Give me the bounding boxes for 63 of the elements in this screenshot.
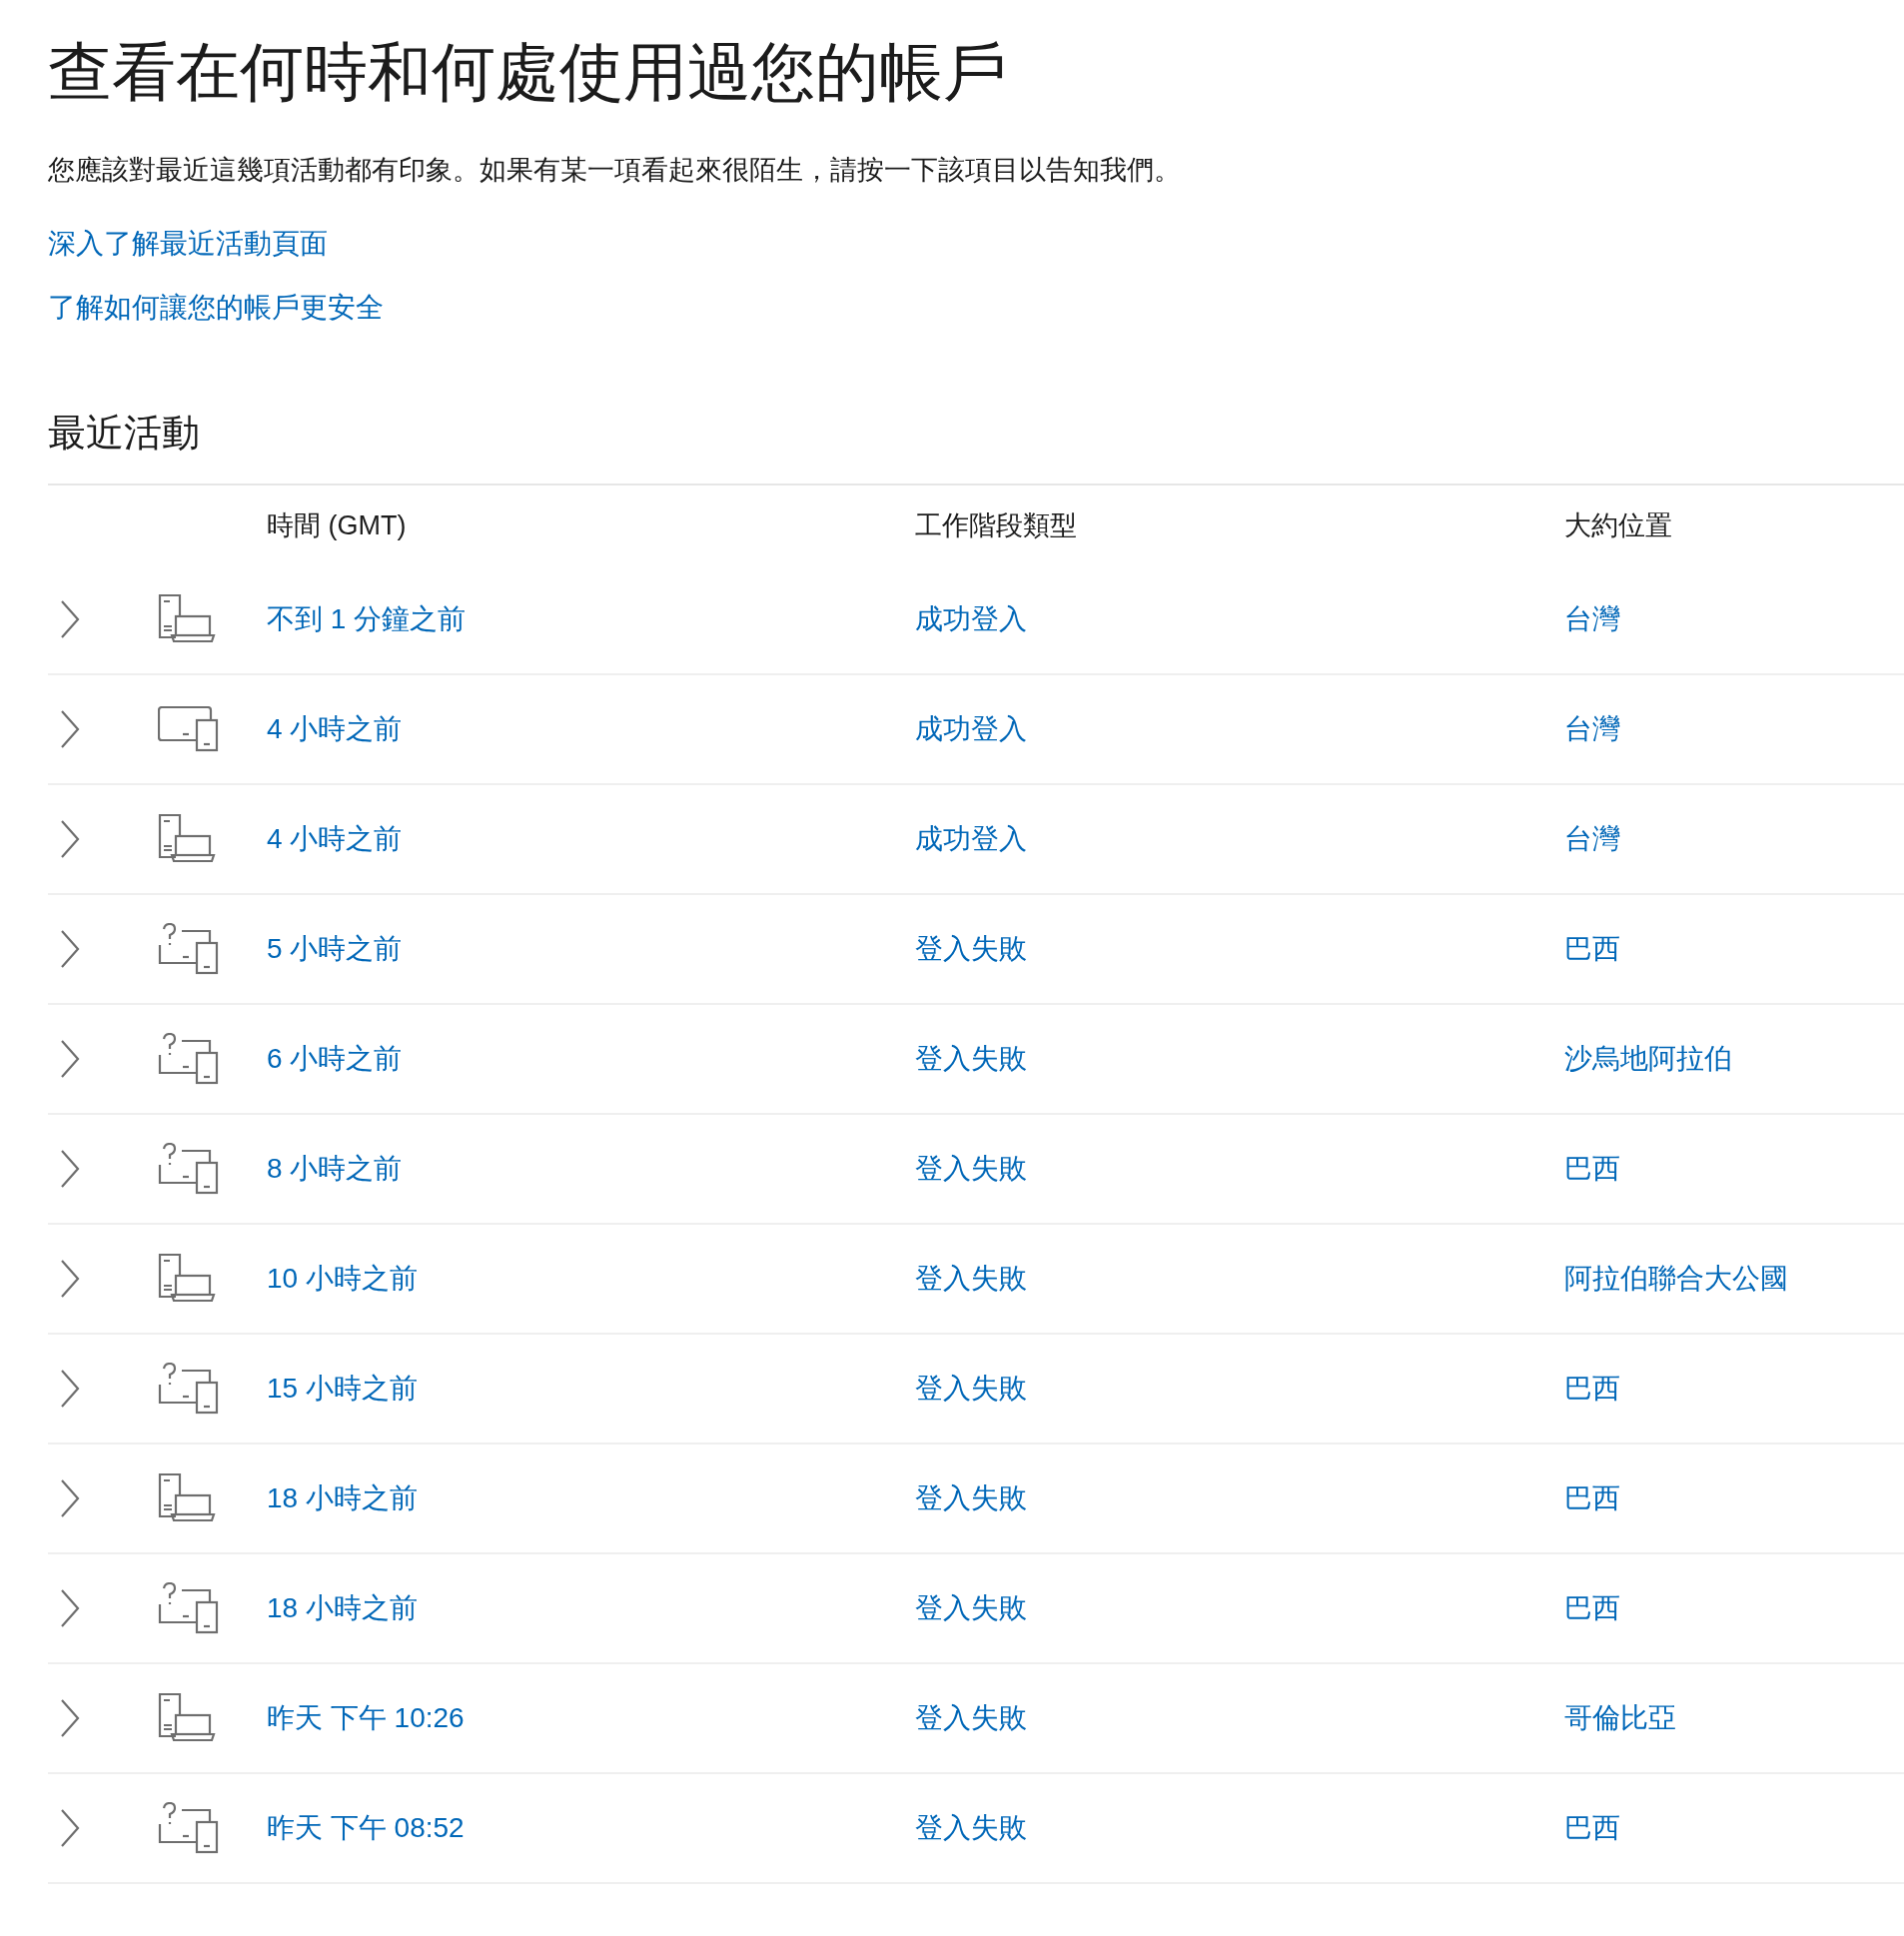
section-title: 最近活動 bbox=[48, 410, 201, 456]
unknown-device-icon bbox=[158, 1363, 220, 1416]
unknown-device-icon bbox=[158, 1033, 220, 1086]
session-type-text: 登入失敗 bbox=[915, 1152, 1028, 1187]
time-text: 18 小時之前 bbox=[267, 1481, 419, 1516]
session-type-text: 登入失敗 bbox=[915, 1481, 1028, 1516]
chevron-right-icon[interactable] bbox=[58, 1808, 82, 1849]
time-text: 8 小時之前 bbox=[267, 1152, 404, 1187]
chevron-right-icon[interactable] bbox=[58, 1369, 82, 1410]
chevron-right-icon[interactable] bbox=[58, 1149, 82, 1190]
time-text: 18 小時之前 bbox=[267, 1591, 419, 1626]
time-text: 10 小時之前 bbox=[267, 1262, 419, 1297]
session-type-text: 登入失敗 bbox=[915, 1811, 1028, 1846]
location-text: 哥倫比亞 bbox=[1564, 1701, 1676, 1736]
chevron-right-icon[interactable] bbox=[58, 709, 82, 750]
chevron-right-icon[interactable] bbox=[58, 819, 82, 860]
session-type-text: 成功登入 bbox=[915, 712, 1028, 747]
session-type-text: 登入失敗 bbox=[915, 932, 1028, 967]
help-link[interactable]: 了解如何讓您的帳戶更安全 bbox=[48, 290, 384, 327]
location-text: 巴西 bbox=[1564, 1591, 1620, 1626]
session-type-text: 登入失敗 bbox=[915, 1591, 1028, 1626]
session-type-text: 成功登入 bbox=[915, 602, 1028, 637]
unknown-device-icon bbox=[158, 1143, 220, 1196]
time-text: 4 小時之前 bbox=[267, 822, 404, 857]
location-text: 阿拉伯聯合大公國 bbox=[1564, 1262, 1788, 1297]
location-text: 巴西 bbox=[1564, 1372, 1620, 1407]
time-text: 昨天 下午 08:52 bbox=[267, 1811, 466, 1846]
session-type-text: 登入失敗 bbox=[915, 1372, 1028, 1407]
intro-text: 您應該對最近這幾項活動都有印象。如果有某一項看起來很陌生，請按一下該項目以告知我們。 bbox=[48, 153, 1182, 187]
location-text: 巴西 bbox=[1564, 1152, 1620, 1187]
time-text: 5 小時之前 bbox=[267, 932, 404, 967]
chevron-right-icon[interactable] bbox=[58, 929, 82, 970]
chevron-right-icon[interactable] bbox=[58, 1588, 82, 1629]
session-type-text: 成功登入 bbox=[915, 822, 1028, 857]
column-header: 工作階段類型 bbox=[915, 508, 1078, 542]
page-title: 查看在何時和何處使用過您的帳戶 bbox=[48, 35, 1008, 110]
location-text: 沙烏地阿拉伯 bbox=[1564, 1042, 1732, 1077]
location-text: 台灣 bbox=[1564, 822, 1620, 857]
session-type-text: 登入失敗 bbox=[915, 1701, 1028, 1736]
chevron-right-icon[interactable] bbox=[58, 599, 82, 640]
tablet-phone-icon bbox=[158, 706, 220, 753]
time-text: 不到 1 分鐘之前 bbox=[267, 602, 468, 637]
chevron-right-icon[interactable] bbox=[58, 1698, 82, 1739]
time-text: 15 小時之前 bbox=[267, 1372, 419, 1407]
chevron-right-icon[interactable] bbox=[58, 1259, 82, 1300]
time-text: 6 小時之前 bbox=[267, 1042, 404, 1077]
location-text: 台灣 bbox=[1564, 602, 1620, 637]
location-text: 巴西 bbox=[1564, 1481, 1620, 1516]
location-text: 巴西 bbox=[1564, 932, 1620, 967]
location-text: 台灣 bbox=[1564, 712, 1620, 747]
unknown-device-icon bbox=[158, 1582, 220, 1635]
session-type-text: 登入失敗 bbox=[915, 1042, 1028, 1077]
location-text: 巴西 bbox=[1564, 1811, 1620, 1846]
time-text: 4 小時之前 bbox=[267, 712, 404, 747]
column-header: 時間 (GMT) bbox=[267, 508, 408, 542]
unknown-device-icon bbox=[158, 923, 220, 976]
chevron-right-icon[interactable] bbox=[58, 1039, 82, 1080]
chevron-right-icon[interactable] bbox=[58, 1478, 82, 1519]
session-type-text: 登入失敗 bbox=[915, 1262, 1028, 1297]
time-text: 昨天 下午 10:26 bbox=[267, 1701, 466, 1736]
help-link[interactable]: 深入了解最近活動頁面 bbox=[48, 225, 328, 263]
column-header: 大約位置 bbox=[1564, 508, 1672, 542]
unknown-device-icon bbox=[158, 1802, 220, 1855]
